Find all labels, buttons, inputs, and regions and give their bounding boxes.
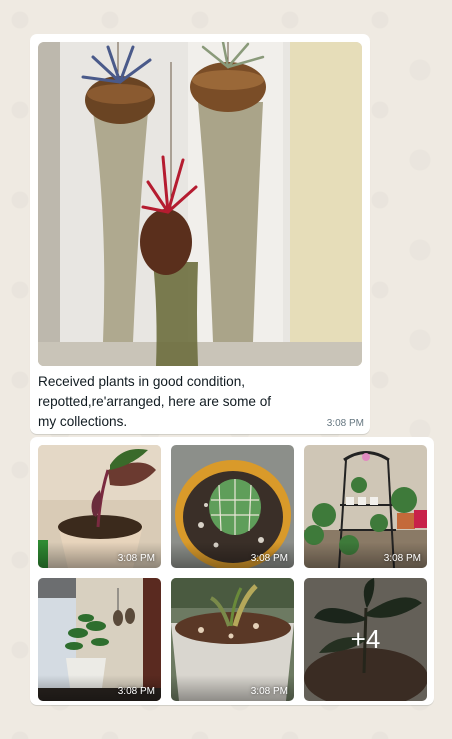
hanging-air-plants-photo[interactable] <box>38 42 362 366</box>
seedling-pot-photo[interactable]: 3:08 PM <box>171 578 294 701</box>
message-caption: Received plants in good condition, repot… <box>38 374 272 429</box>
message-bubble-photo-album[interactable]: 3:08 PM 3:08 PM 3:08 PM 3:08 PM 3:08 PM … <box>30 437 434 705</box>
plant-stand-photo[interactable]: 3:08 PM <box>304 445 427 568</box>
zz-plant-window-photo[interactable]: 3:08 PM <box>38 578 161 701</box>
rubber-plant-photo[interactable]: +4 <box>304 578 427 701</box>
tile-timestamp: 3:08 PM <box>250 686 288 697</box>
more-photos-overlay[interactable]: +4 <box>304 578 427 701</box>
tile-timestamp: 3:08 PM <box>250 553 288 564</box>
tile-timestamp: 3:08 PM <box>383 553 421 564</box>
tile-timestamp: 3:08 PM <box>117 686 155 697</box>
message-bubble-photo-caption[interactable]: Received plants in good condition, repot… <box>30 34 370 434</box>
zz-plant-cutting-photo[interactable]: 3:08 PM <box>38 445 161 568</box>
cactus-pot-photo[interactable]: 3:08 PM <box>171 445 294 568</box>
tile-timestamp: 3:08 PM <box>117 553 155 564</box>
message-timestamp: 3:08 PM <box>326 418 364 429</box>
